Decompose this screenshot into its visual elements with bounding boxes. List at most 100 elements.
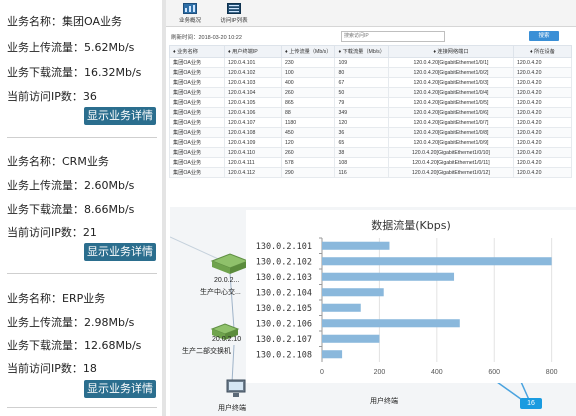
- table-cell: 120.0.4.20: [512, 137, 573, 148]
- tab-business-overview[interactable]: 业务概况: [168, 3, 212, 24]
- table-cell: 120.0.4.20: [512, 117, 573, 128]
- table-cell: 80: [334, 67, 389, 78]
- table-cell: 120.0.4.108: [224, 127, 282, 138]
- download-traffic: 业务下载流量：8.66Mb/s: [7, 203, 135, 216]
- tab-visit-ip-list[interactable]: 访问IP列表: [212, 3, 256, 24]
- table-cell: 集团OA业务: [169, 77, 225, 88]
- column-header[interactable]: ♦ 连接网络端口: [387, 45, 514, 58]
- refresh-time: 刷新时间：2018-03-20 10:22: [171, 35, 242, 41]
- column-header[interactable]: ♦ 上传流量（Mb/s）: [280, 45, 336, 58]
- table-row[interactable]: 集团OA业务 120.0.4.105 865 79 120.0.4.20[Gigabit…: [169, 97, 573, 108]
- x-tick-label: 200: [374, 369, 386, 376]
- show-business-detail-button[interactable]: 显示业务详情: [84, 243, 156, 261]
- business-name: 业务名称：CRM业务: [7, 155, 109, 168]
- upload-traffic: 业务上传流量：5.62Mb/s: [7, 41, 135, 54]
- divider: [7, 407, 157, 408]
- node-ip-label: 20.0.2...: [214, 277, 240, 284]
- bar[interactable]: [322, 257, 552, 266]
- table-cell: 120.0.4.20[GigabitEthernet1/0/5]: [387, 97, 514, 108]
- table-cell: 120.0.4.20[GigabitEthernet1/0/11]: [387, 157, 514, 168]
- table-cell: 120.0.4.20[GigabitEthernet1/0/8]: [387, 127, 514, 138]
- table-row[interactable]: 集团OA业务 120.0.4.110 260 38 120.0.4.20[Gigabit…: [169, 147, 573, 158]
- terminal-label: 用户终端: [218, 405, 246, 412]
- node-name-label: 生产中心交...: [200, 289, 241, 296]
- table-cell: 120.0.4.20: [512, 157, 573, 168]
- terminal-label: 用户终端: [370, 398, 398, 405]
- table-row[interactable]: 集团OA业务 120.0.4.112 290 116 120.0.4.20[Gigabi…: [169, 167, 573, 178]
- upload-traffic: 业务上传流量：2.98Mb/s: [7, 316, 135, 329]
- table-row[interactable]: 集团OA业务 120.0.4.109 120 65 120.0.4.20[Gigabit…: [169, 137, 573, 148]
- category-label: 130.0.2.105: [256, 304, 312, 314]
- table-cell: 36: [334, 127, 389, 138]
- table-cell: 120.0.4.20: [512, 167, 573, 178]
- table-cell: 400: [280, 77, 336, 88]
- table-cell: 120: [334, 117, 389, 128]
- column-header[interactable]: ♦ 下载流量（Mb/s）: [334, 45, 389, 58]
- visit-ip-count: 当前访问IP数：36: [7, 90, 97, 103]
- table-row[interactable]: 集团OA业务 120.0.4.111 578 108 120.0.4.20[Gigabi…: [169, 157, 573, 168]
- table-row[interactable]: 集团OA业务 120.0.4.108 450 36 120.0.4.20[Gigabit…: [169, 127, 573, 138]
- table-cell: 120.0.4.107: [224, 117, 282, 128]
- column-header[interactable]: ♦ 所在设备: [512, 45, 573, 58]
- table-cell: 120.0.4.20: [512, 147, 573, 158]
- table-cell: 集团OA业务: [169, 157, 225, 168]
- download-traffic: 业务下载流量：12.68Mb/s: [7, 339, 142, 352]
- table-row[interactable]: 集团OA业务 120.0.4.106 88 349 120.0.4.20[Gigabit…: [169, 107, 573, 118]
- table-row[interactable]: 集团OA业务 120.0.4.102 100 80 120.0.4.20[Gigabit…: [169, 67, 573, 78]
- tab-label: 业务概况: [178, 18, 201, 24]
- table-cell: 120: [280, 137, 336, 148]
- table-row[interactable]: 集团OA业务 120.0.4.101 230 109 120.0.4.20[Gigabi…: [169, 57, 573, 68]
- x-tick-label: 0: [320, 369, 324, 376]
- table-cell: 349: [334, 107, 389, 118]
- table-cell: 290: [280, 167, 336, 178]
- show-business-detail-button[interactable]: 显示业务详情: [84, 380, 156, 398]
- table-row[interactable]: 集团OA业务 120.0.4.103 400 67 120.0.4.20[Gigabit…: [169, 77, 573, 88]
- table-cell: 38: [334, 147, 389, 158]
- table-cell: 集团OA业务: [169, 127, 225, 138]
- table-cell: 120.0.4.20: [512, 97, 573, 108]
- table-cell: 120.0.4.20[GigabitEthernet1/0/7]: [387, 117, 514, 128]
- table-row[interactable]: 集团OA业务 120.0.4.107 1180 120 120.0.4.20[Gigab…: [169, 117, 573, 128]
- table-cell: 120.0.4.20[GigabitEthernet1/0/6]: [387, 107, 514, 118]
- traffic-chart-popup: 数据流量(Kbps) 0 200 400 600 800 130.0.2.101 130.0.…: [246, 210, 576, 383]
- table-cell: 865: [280, 97, 336, 108]
- bar[interactable]: [322, 350, 343, 359]
- table-cell: 120.0.4.112: [224, 167, 282, 178]
- bar[interactable]: [322, 334, 380, 343]
- table-cell: 109: [334, 57, 389, 68]
- search-input[interactable]: [341, 31, 445, 42]
- table-cell: 120.0.4.20: [512, 127, 573, 138]
- tab-label: 访问IP列表: [220, 18, 248, 24]
- bar[interactable]: [322, 288, 384, 297]
- visit-ip-count: 当前访问IP数：21: [7, 226, 97, 239]
- table-row[interactable]: 集团OA业务 120.0.4.104 260 50 120.0.4.20[Gigabit…: [169, 87, 573, 98]
- visit-ip-count: 当前访问IP数：18: [7, 362, 97, 375]
- table-cell: 120.0.4.101: [224, 57, 282, 68]
- bar[interactable]: [322, 272, 455, 281]
- table-cell: 1180: [280, 117, 336, 128]
- bar[interactable]: [322, 303, 361, 312]
- search-button[interactable]: 搜索: [529, 31, 559, 41]
- visit-ip-table: ♦ 业务名称 ♦ 用户终端IP ♦ 上传流量（Mb/s） ♦ 下载流量（Mb/s…: [169, 45, 573, 178]
- business-summary-panel: 业务名称：集团OA业务 业务上传流量：5.62Mb/s 业务下载流量：16.32…: [0, 0, 162, 416]
- bar[interactable]: [322, 241, 390, 250]
- table-cell: 120.0.4.20[GigabitEthernet1/0/4]: [387, 87, 514, 98]
- category-label: 130.0.2.104: [256, 288, 312, 298]
- table-cell: 116: [334, 167, 389, 178]
- column-header[interactable]: ♦ 业务名称: [169, 45, 225, 58]
- column-header[interactable]: ♦ 用户终端IP: [224, 45, 282, 58]
- show-business-detail-button[interactable]: 显示业务详情: [84, 107, 156, 125]
- count-badge[interactable]: 16: [520, 398, 542, 409]
- table-cell: 集团OA业务: [169, 167, 225, 178]
- table-cell: 集团OA业务: [169, 117, 225, 128]
- bar[interactable]: [322, 319, 460, 328]
- table-cell: 67: [334, 77, 389, 88]
- table-cell: 450: [280, 127, 336, 138]
- category-label: 130.0.2.101: [256, 242, 312, 252]
- overview-icon: [183, 3, 197, 14]
- table-cell: 120.0.4.20[GigabitEthernet1/0/12]: [387, 167, 514, 178]
- table-cell: 120.0.4.111: [224, 157, 282, 168]
- divider: [7, 273, 157, 274]
- user-terminal-icon[interactable]: [225, 379, 247, 399]
- table-header-row: ♦ 业务名称 ♦ 用户终端IP ♦ 上传流量（Mb/s） ♦ 下载流量（Mb/s…: [169, 45, 573, 58]
